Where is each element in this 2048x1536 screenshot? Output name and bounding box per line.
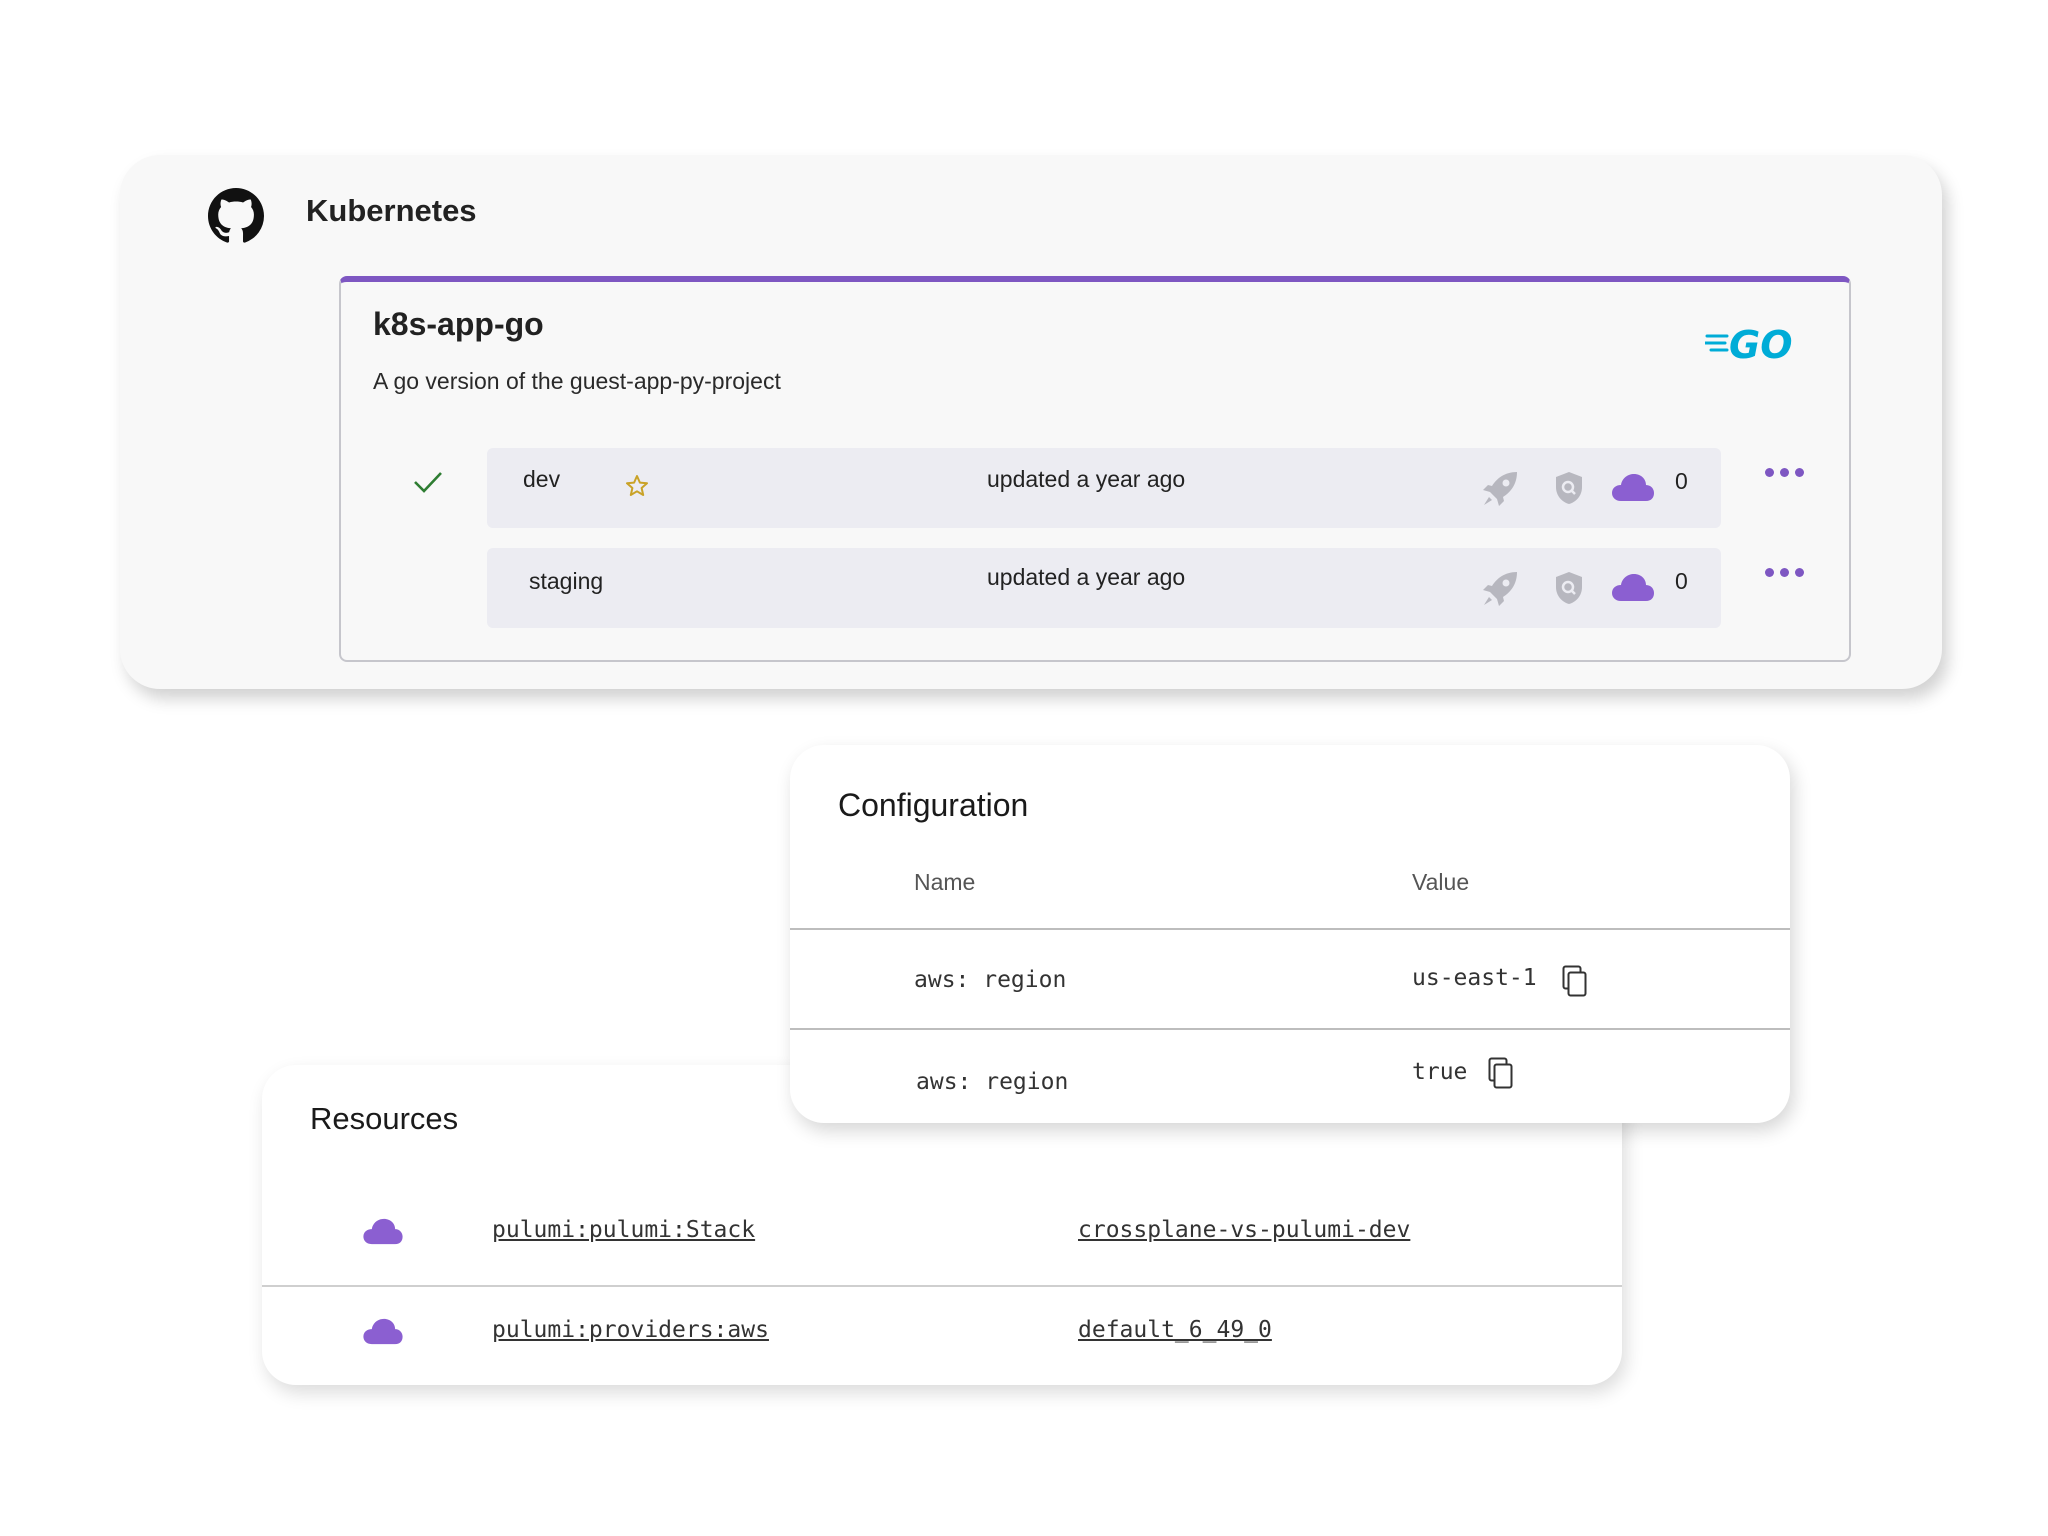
divider	[790, 1028, 1790, 1030]
org-name: Kubernetes	[306, 193, 477, 228]
svg-text:GO: GO	[1729, 323, 1793, 366]
config-key: aws: region	[914, 967, 1067, 993]
updated-label: updated a year ago	[987, 466, 1186, 492]
project-box: k8s-app-go A go version of the guest-app…	[339, 276, 1851, 662]
copy-icon[interactable]	[1488, 1057, 1514, 1089]
configuration-title: Configuration	[838, 787, 1029, 823]
config-value: us-east-1	[1412, 965, 1537, 991]
rocket-icon	[1483, 472, 1517, 506]
stack-row-staging[interactable]: staging updated a year ago 0	[487, 548, 1721, 628]
shield-icon	[1556, 572, 1582, 604]
resource-name-link[interactable]: default_6_49_0	[1078, 1317, 1272, 1343]
cloud-icon	[1612, 474, 1654, 501]
column-header-name: Name	[914, 869, 976, 895]
resource-count: 0	[1675, 468, 1688, 494]
project-card: Kubernetes k8s-app-go A go version of th…	[120, 155, 1942, 689]
table-row: pulumi:pulumi:Stack crossplane-vs-pulumi…	[262, 1177, 1622, 1287]
github-icon	[208, 188, 264, 243]
table-row: pulumi:providers:aws default_6_49_0	[262, 1287, 1622, 1395]
project-title[interactable]: k8s-app-go	[373, 306, 544, 343]
cloud-icon	[1612, 574, 1654, 601]
stack-name[interactable]: dev	[523, 466, 560, 493]
resources-title: Resources	[310, 1101, 459, 1136]
go-logo-icon: GO	[1705, 323, 1793, 366]
divider	[790, 928, 1790, 930]
stack-row-dev[interactable]: dev updated a year ago 0	[487, 448, 1721, 528]
resource-type-link[interactable]: pulumi:providers:aws	[492, 1317, 769, 1343]
config-value: true	[1412, 1059, 1468, 1085]
rocket-icon	[1483, 572, 1517, 606]
shield-icon	[1556, 472, 1582, 504]
resource-count: 0	[1675, 568, 1688, 594]
more-options-icon[interactable]	[1765, 568, 1805, 580]
more-options-icon[interactable]	[1765, 468, 1805, 480]
stack-name[interactable]: staging	[529, 568, 603, 595]
resource-name-link[interactable]: crossplane-vs-pulumi-dev	[1078, 1217, 1410, 1243]
configuration-card: Configuration Name Value aws: region us-…	[790, 745, 1790, 1123]
resource-type-link[interactable]: pulumi:pulumi:Stack	[492, 1217, 755, 1243]
cloud-icon	[363, 1218, 403, 1245]
column-header-value: Value	[1412, 869, 1470, 895]
star-icon[interactable]	[625, 474, 649, 498]
project-description: A go version of the guest-app-py-project	[373, 368, 781, 394]
config-key: aws: region	[916, 1069, 1069, 1095]
copy-icon[interactable]	[1562, 965, 1588, 997]
updated-label: updated a year ago	[987, 564, 1186, 590]
cloud-icon	[363, 1318, 403, 1345]
check-icon	[414, 472, 442, 493]
